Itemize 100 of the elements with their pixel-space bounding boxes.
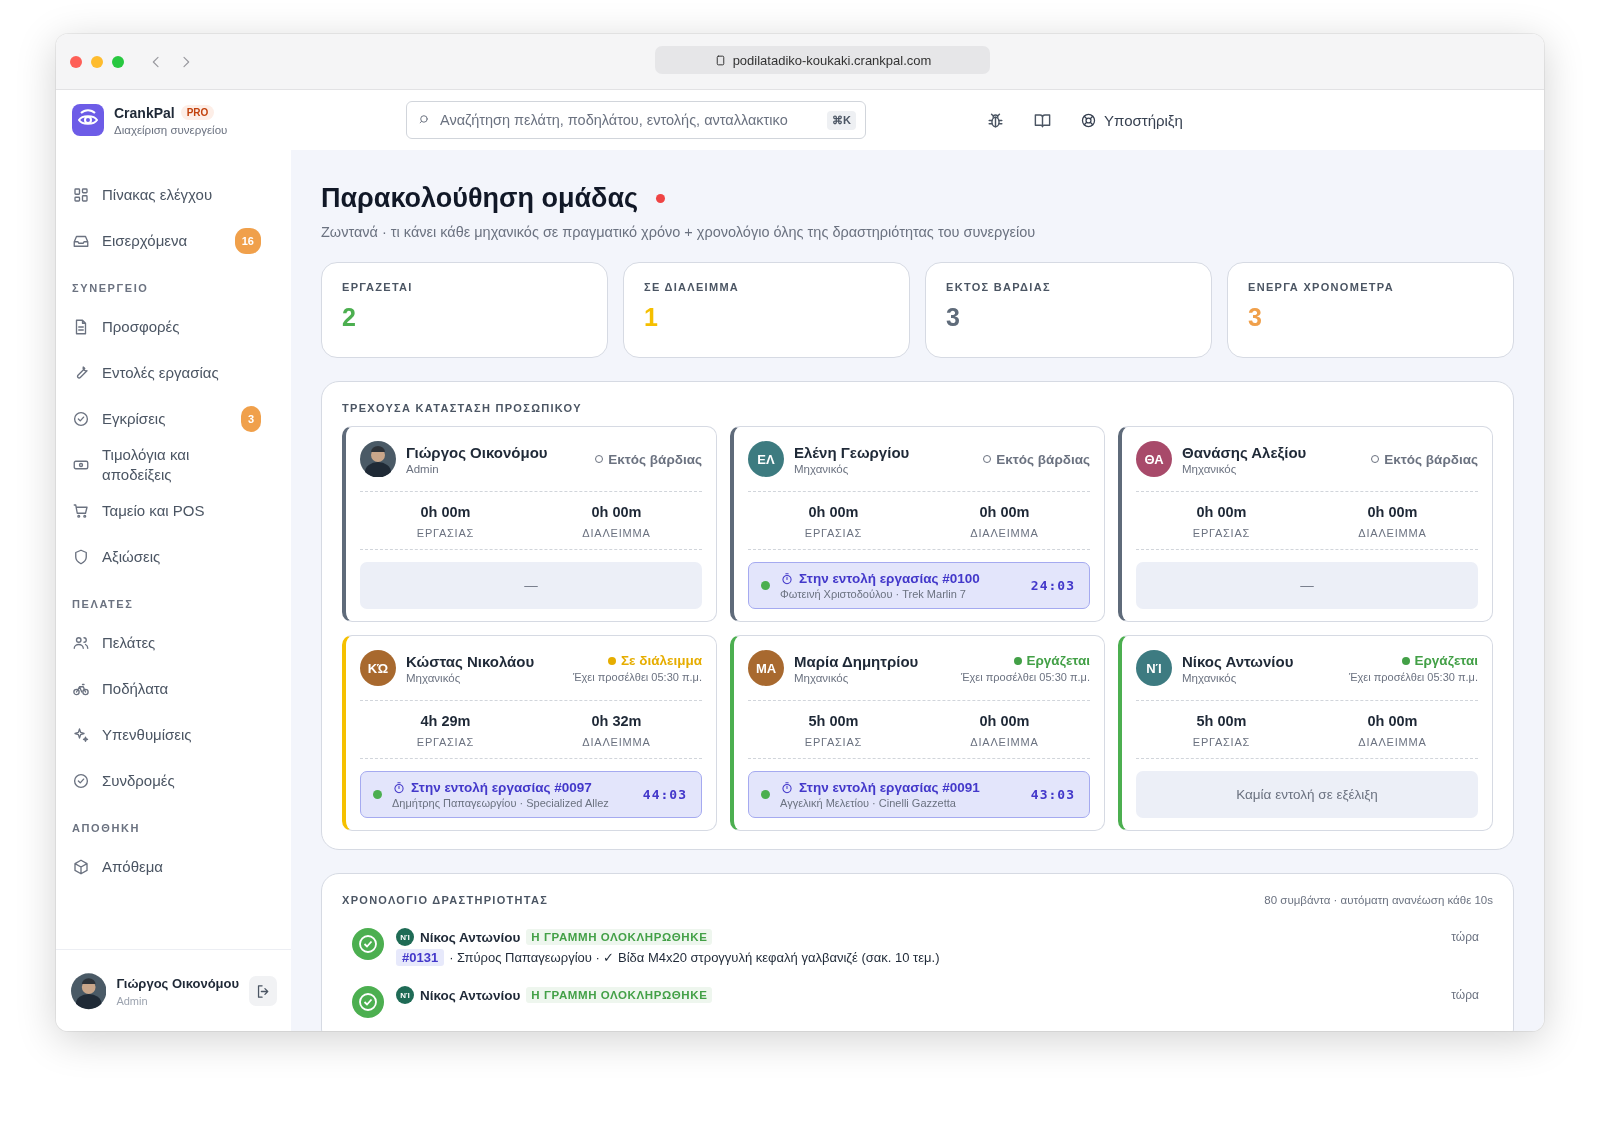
page-subtitle: Ζωντανά · τι κάνει κάθε μηχανικός σε πραγματικό χρόνο + χρονολόγιο όλης της δραστηριότητας του συνεργείου bbox=[321, 224, 1037, 240]
work-label: ΕΡΓΑΣΙΑΣ bbox=[415, 736, 476, 748]
avatar-icon bbox=[71, 972, 107, 1010]
staff-role: Μηχανικός bbox=[1182, 671, 1238, 684]
work-label: ΕΡΓΑΣΙΑΣ bbox=[415, 527, 476, 539]
event-time: τώρα bbox=[1451, 988, 1480, 1002]
stat-label: ΣΕ ΔΙΑΛΕΙΜΜΑ bbox=[644, 281, 741, 293]
staff-name: Μαρία Δημητρίου bbox=[794, 652, 920, 670]
break-time: 0h 00m bbox=[590, 504, 643, 520]
stat-label: ΕΚΤΟΣ ΒΑΡΔΙΑΣ bbox=[946, 281, 1052, 293]
bug-icon bbox=[986, 110, 1005, 130]
break-time: 0h 00m bbox=[978, 713, 1031, 729]
work-label: ΕΡΓΑΣΙΑΣ bbox=[803, 736, 864, 748]
sidebar-item[interactable]: Προσφορές bbox=[72, 304, 277, 350]
staff-role: Admin bbox=[406, 462, 440, 475]
sidebar-item[interactable]: Πελάτες bbox=[72, 620, 277, 666]
staff-name: Νίκος Αντωνίου bbox=[1182, 652, 1295, 670]
sidebar-item[interactable]: Ποδήλατα bbox=[72, 666, 277, 712]
users-icon bbox=[72, 634, 90, 652]
staff-name: Γιώργος Οικονόμου bbox=[406, 443, 549, 461]
sidebar-item[interactable]: Απόθεμα bbox=[72, 844, 277, 890]
stat-value: 1 bbox=[644, 303, 659, 332]
task-title: Στην εντολή εργασίας #0091 bbox=[780, 780, 1021, 795]
sidebar-item[interactable]: Ταμείο και POS bbox=[72, 488, 277, 534]
section-heading: ΣΥΝΕΡΓΕΙΟ bbox=[72, 282, 150, 294]
avatar: ΜΑ bbox=[748, 650, 784, 686]
page-title: Παρακολούθηση ομάδας bbox=[321, 182, 639, 214]
running-dot bbox=[761, 581, 770, 590]
staff-role: Μηχανικός bbox=[794, 671, 850, 684]
task-detail: Αγγελική Μελετίου · Cinelli Gazzetta bbox=[780, 797, 957, 809]
status-dot bbox=[1013, 656, 1022, 665]
section-heading: ΠΕΛΑΤΕΣ bbox=[72, 598, 135, 610]
task-detail: Φωτεινή Χριστοδούλου · Trek Marlin 7 bbox=[780, 588, 967, 600]
sidebar-item[interactable]: Αξιώσεις bbox=[72, 534, 277, 580]
sidebar-item[interactable]: Τιμολόγια και αποδείξεις bbox=[72, 442, 277, 488]
running-dot bbox=[761, 790, 770, 799]
avatar: ΘΑ bbox=[1136, 441, 1172, 477]
task-title: Στην εντολή εργασίας #0097 bbox=[392, 780, 633, 795]
event-tag: Η ΓΡΑΜΜΗ ΟΛΟΚΛΗΡΩΘΗΚΕ bbox=[526, 987, 713, 1003]
break-label: ΔΙΑΛΕΙΜΜΑ bbox=[581, 527, 652, 539]
break-label: ΔΙΑΛΕΙΜΜΑ bbox=[581, 736, 652, 748]
sidebar-item[interactable]: Εισερχόμενα 16 bbox=[72, 218, 277, 264]
grid-icon bbox=[72, 186, 90, 204]
check-circle-icon bbox=[352, 928, 384, 960]
user-role: Admin bbox=[116, 994, 149, 1007]
sidebar-item[interactable]: Εγκρίσεις 3 bbox=[72, 396, 277, 442]
status-label: Εργάζεται bbox=[1348, 653, 1478, 668]
sidebar-item[interactable]: Πίνακας ελέγχου bbox=[72, 172, 277, 218]
event-tag: Η ΓΡΑΜΜΗ ΟΛΟΚΛΗΡΩΘΗΚΕ bbox=[526, 929, 713, 945]
staff-role: Μηχανικός bbox=[794, 462, 850, 475]
shield-icon bbox=[72, 548, 90, 566]
plan-badge: PRO bbox=[180, 105, 215, 120]
sidebar-item[interactable]: Συνδρομές bbox=[72, 758, 277, 804]
avatar-icon bbox=[360, 441, 396, 477]
order-link[interactable]: #0131 bbox=[396, 949, 445, 966]
break-label: ΔΙΑΛΕΙΜΜΑ bbox=[969, 527, 1040, 539]
status-label: Εργάζεται bbox=[960, 653, 1090, 668]
break-time: 0h 00m bbox=[1366, 713, 1419, 729]
active-task[interactable]: Στην εντολή εργασίας #0097 Δημήτρης Παπαγεωργίου · Specialized Allez 44:03 bbox=[360, 771, 702, 818]
count-badge: 16 bbox=[234, 228, 261, 254]
check-circle-icon bbox=[352, 986, 384, 1018]
logout-button[interactable] bbox=[249, 976, 277, 1006]
close-window-button[interactable] bbox=[70, 55, 82, 68]
task-timer: 43:03 bbox=[1030, 787, 1075, 802]
lifebuoy-icon bbox=[1080, 111, 1097, 129]
empty-task-text: — bbox=[1300, 578, 1314, 593]
stat-label: ΕΡΓΑΖΕΤΑΙ bbox=[342, 281, 414, 293]
stat-value: 2 bbox=[342, 303, 357, 332]
bug-button[interactable] bbox=[986, 110, 1005, 130]
check-circle-icon bbox=[72, 410, 90, 428]
work-time: 0h 00m bbox=[419, 504, 472, 520]
running-dot bbox=[373, 790, 382, 799]
break-time: 0h 32m bbox=[590, 713, 643, 729]
event-user: Νίκος Αντωνίου bbox=[420, 987, 521, 1003]
task-timer: 44:03 bbox=[642, 787, 687, 802]
active-task[interactable]: Στην εντολή εργασίας #0091 Αγγελική Μελετίου · Cinelli Gazzetta 43:03 bbox=[748, 771, 1090, 818]
stopwatch-icon bbox=[780, 571, 794, 586]
sidebar-item[interactable]: Εντολές εργασίας bbox=[72, 350, 277, 396]
address-bar[interactable]: podilatadiko-koukaki.crankpal.com bbox=[655, 46, 990, 74]
sidebar-item[interactable]: Υπενθυμίσεις bbox=[72, 712, 277, 758]
clock-in-time: Έχει προσέλθει 05:30 π.μ. bbox=[572, 671, 702, 683]
count-badge: 3 bbox=[240, 406, 261, 432]
search-icon bbox=[418, 113, 431, 126]
task-title: Στην εντολή εργασίας #0100 bbox=[780, 571, 1021, 586]
user-avatar: ΝΊ bbox=[396, 986, 414, 1004]
user-name: Γιώργος Οικονόμου bbox=[116, 975, 240, 991]
break-label: ΔΙΑΛΕΙΜΜΑ bbox=[1357, 527, 1428, 539]
status-label: Εκτός βάρδιας bbox=[983, 451, 1090, 467]
work-time: 0h 00m bbox=[807, 504, 860, 520]
support-button[interactable]: Υποστήριξη bbox=[1080, 111, 1183, 129]
staff-role: Μηχανικός bbox=[1182, 462, 1238, 475]
active-task[interactable]: Στην εντολή εργασίας #0100 Φωτεινή Χριστοδούλου · Trek Marlin 7 24:03 bbox=[748, 562, 1090, 609]
avatar: ΝΊ bbox=[1136, 650, 1172, 686]
check-circle-icon bbox=[72, 772, 90, 790]
cart-icon bbox=[72, 502, 90, 520]
user-avatar: ΝΊ bbox=[396, 928, 414, 946]
work-time: 4h 29m bbox=[419, 713, 472, 729]
status-label: Εκτός βάρδιας bbox=[595, 451, 702, 467]
status-dot bbox=[608, 656, 616, 665]
empty-task-text: Καμία εντολή σε εξέλιξη bbox=[1236, 787, 1378, 802]
